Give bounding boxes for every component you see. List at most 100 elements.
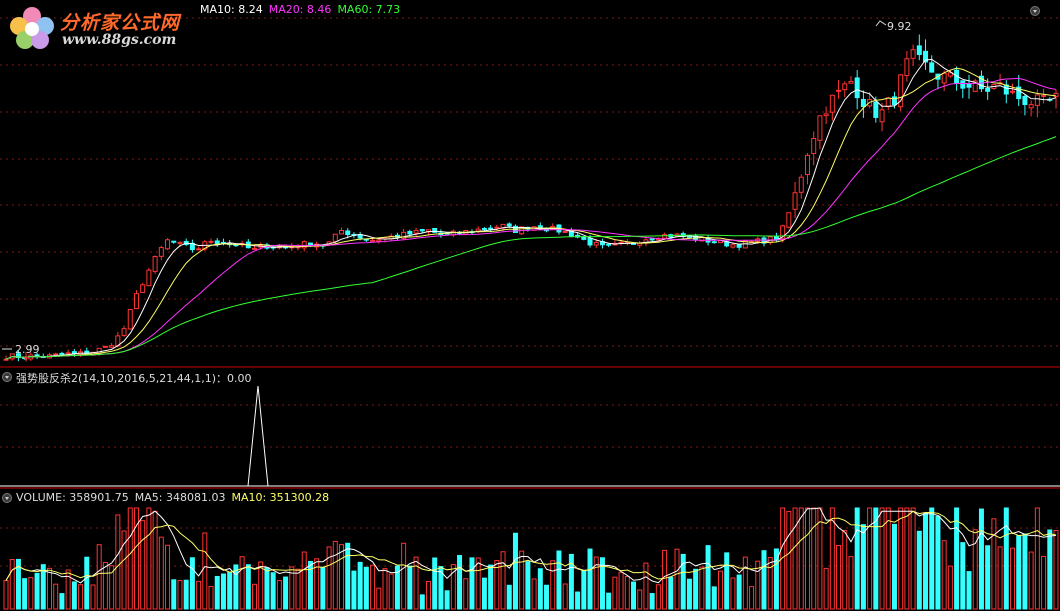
candle-body: [929, 62, 935, 73]
volume-bar: [519, 550, 525, 610]
candle-body: [786, 212, 792, 228]
candle-body: [711, 241, 717, 244]
candle-body: [1003, 84, 1009, 95]
volume-bar: [96, 544, 102, 610]
volume-bar: [189, 557, 195, 610]
candle-body: [792, 192, 798, 210]
logo-title: 分析家公式网: [60, 12, 181, 34]
volume-bar: [649, 593, 655, 610]
volume-bar: [320, 566, 326, 610]
volume-bar: [643, 562, 649, 610]
volume-bar: [941, 540, 947, 610]
indicator-collapse-icon[interactable]: [2, 372, 12, 382]
ma20-label: MA20: 8.46: [268, 3, 332, 16]
candle-body: [860, 98, 866, 108]
volume-bar: [997, 546, 1003, 610]
volume-bar: [382, 568, 388, 610]
volume-bar: [457, 554, 463, 610]
candle-body: [985, 87, 991, 92]
volume-bar: [84, 556, 90, 610]
candle-body: [481, 228, 487, 231]
volume-legend: VOLUME: 358901.75 MA5: 348081.03 MA10: 3…: [16, 491, 329, 504]
volume-bar: [606, 592, 612, 610]
volume-bar: [444, 590, 450, 610]
volume-bar: [1034, 507, 1040, 610]
panel-options-icon[interactable]: [1030, 6, 1040, 16]
volume-bar: [227, 571, 233, 610]
volume-bar: [183, 579, 189, 610]
chart-canvas[interactable]: [0, 0, 1060, 611]
candle-body: [966, 83, 972, 88]
candle-body: [494, 226, 500, 229]
volume-bar: [214, 575, 220, 610]
volume-bar: [488, 564, 494, 610]
volume-bar: [792, 507, 798, 610]
volume-label: VOLUME: 358901.75: [16, 491, 129, 504]
volume-bar: [860, 524, 866, 610]
candle-body: [730, 244, 736, 248]
volume-bar: [612, 576, 618, 610]
candle-body: [879, 109, 885, 123]
volume-bar: [531, 578, 537, 610]
candle-body: [152, 256, 158, 272]
volume-bar: [481, 577, 487, 610]
volume-bar: [693, 568, 699, 610]
volume-bar: [1053, 530, 1059, 610]
volume-collapse-icon[interactable]: [2, 493, 12, 503]
volume-bar: [339, 544, 345, 610]
candle-body: [214, 240, 220, 244]
volume-ma10-label: MA10: 351300.28: [231, 491, 330, 504]
candle-body: [593, 241, 599, 246]
candle-body: [798, 176, 804, 193]
candle-body: [3, 358, 9, 361]
candle-body: [413, 230, 419, 234]
candle-body: [376, 239, 382, 242]
candle-body: [140, 284, 146, 293]
volume-bar: [991, 518, 997, 610]
candle-body: [581, 236, 587, 240]
volume-bar: [388, 573, 394, 610]
volume-bar: [1016, 535, 1022, 610]
volume-bar: [923, 512, 929, 610]
volume-bar: [252, 583, 258, 610]
candle-body: [121, 328, 127, 336]
volume-bar: [1041, 555, 1047, 610]
candle-body: [1028, 104, 1034, 109]
candle-body: [332, 233, 338, 242]
candle-body: [109, 345, 115, 348]
volume-bar: [376, 587, 382, 610]
candle-body: [127, 309, 133, 330]
volume-bar: [929, 507, 935, 610]
candle-body: [339, 229, 345, 235]
volume-bar: [3, 579, 9, 610]
volume-bar: [674, 548, 680, 610]
volume-bar: [59, 593, 65, 610]
volume-bar: [581, 569, 587, 610]
candle-body: [562, 230, 568, 233]
volume-bar: [202, 532, 208, 610]
volume-bar: [910, 507, 916, 610]
logo-url: www.88gs.com: [62, 32, 177, 48]
candle-body: [146, 269, 152, 287]
volume-bar: [301, 551, 307, 610]
low-price-marker: 2.99: [15, 343, 40, 356]
volume-bar: [848, 556, 854, 610]
candle-body: [829, 94, 835, 113]
volume-bar: [537, 568, 543, 610]
volume-bar: [165, 544, 171, 610]
volume-bar: [1022, 533, 1028, 610]
candle-body: [836, 89, 842, 92]
volume-bar: [873, 507, 879, 610]
candle-body: [208, 240, 214, 243]
candle-body: [407, 230, 413, 235]
volume-bar: [425, 580, 431, 610]
candle-body: [171, 240, 177, 243]
volume-bar: [413, 556, 419, 610]
volume-bar: [1010, 547, 1016, 610]
volume-bar: [1028, 551, 1034, 610]
ma10-label: MA10: 8.24: [200, 3, 263, 16]
candle-body: [1041, 94, 1047, 97]
volume-bar: [401, 542, 407, 610]
volume-bar: [276, 580, 282, 610]
volume-bar: [829, 507, 835, 610]
